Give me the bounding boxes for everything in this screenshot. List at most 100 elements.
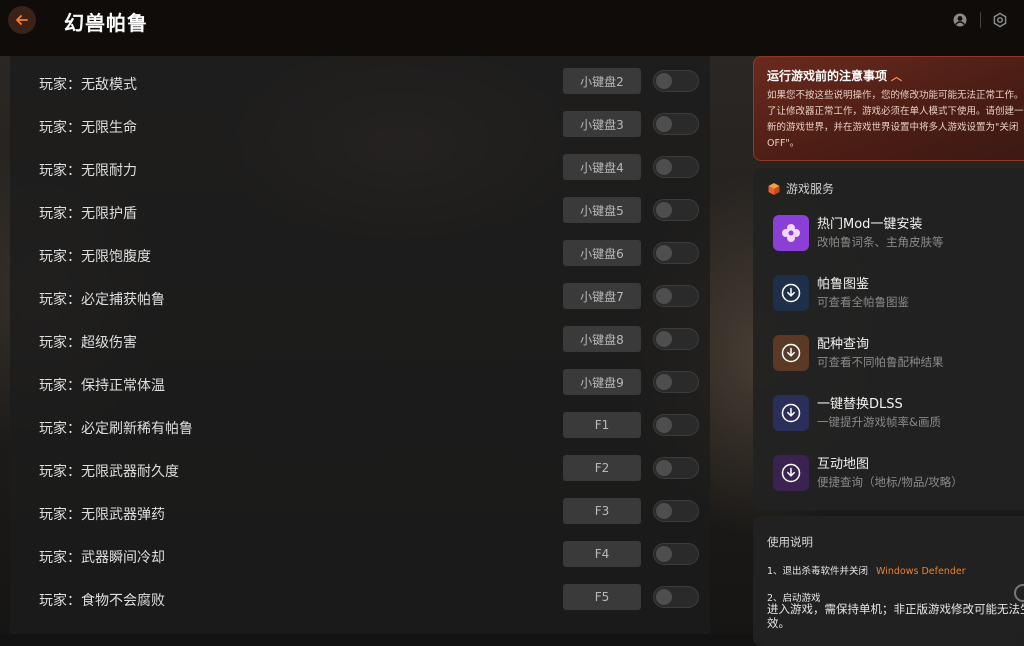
usage-title: 使用说明: [767, 535, 813, 549]
usage-step-1: 1、退出杀毒软件并关闭 Windows Defender: [767, 563, 966, 577]
usage-instructions-panel: 使用说明 1、退出杀毒软件并关闭 Windows Defender 2、启动游戏 …: [753, 516, 1024, 646]
service-title: 热门Mod一键安装: [817, 217, 923, 232]
cheat-row: 玩家：保持正常体温 小键盘9: [10, 364, 710, 407]
cheat-label: 玩家：必定捕获帕鲁: [39, 292, 165, 308]
service-subtitle: 一键提升游戏帧率&画质: [817, 415, 941, 429]
toggle-knob: [656, 245, 672, 261]
service-item-breeding[interactable]: 配种查询 可查看不同帕鲁配种结果: [773, 335, 1024, 375]
download-icon: [781, 403, 801, 423]
cheat-toggle[interactable]: [653, 500, 699, 522]
cheat-label: 玩家：无限武器耐久度: [39, 464, 179, 480]
service-icon: [773, 455, 809, 491]
windows-defender-link[interactable]: Windows Defender: [876, 566, 966, 577]
cheat-toggle[interactable]: [653, 457, 699, 479]
cheat-row: 玩家：武器瞬间冷却 F4: [10, 536, 710, 579]
cheat-row: 玩家：无限生命 小键盘3: [10, 106, 710, 149]
cheat-toggle[interactable]: [653, 113, 699, 135]
service-title: 配种查询: [817, 337, 870, 352]
cheat-row: 玩家：无限耐力 小键盘4: [10, 149, 710, 192]
cheat-label: 玩家：无限生命: [39, 120, 137, 136]
title-bar: 幻兽帕鲁: [0, 0, 1024, 56]
toggle-knob: [656, 202, 672, 218]
toggle-knob: [656, 417, 672, 433]
cheat-toggle[interactable]: [653, 199, 699, 221]
hotkey-button[interactable]: 小键盘7: [563, 283, 641, 309]
hotkey-button[interactable]: 小键盘9: [563, 369, 641, 395]
service-subtitle: 改帕鲁词条、主角皮肤等: [817, 235, 944, 249]
notice-title[interactable]: 运行游戏前的注意事项 ︿: [767, 67, 902, 84]
toggle-knob: [656, 374, 672, 390]
cheat-row: 玩家：无限武器弹药 F3: [10, 493, 710, 536]
cheat-row: 玩家：必定捕获帕鲁 小键盘7: [10, 278, 710, 321]
hotkey-button[interactable]: 小键盘6: [563, 240, 641, 266]
hotkey-button[interactable]: F1: [563, 412, 641, 438]
cheat-toggle[interactable]: [653, 371, 699, 393]
services-title: 游戏服务: [786, 182, 835, 196]
service-item-map[interactable]: 互动地图 便捷查询（地标/物品/攻略）: [773, 455, 1024, 495]
cheat-label: 玩家：武器瞬间冷却: [39, 550, 165, 566]
cheat-label: 玩家：无限护盾: [39, 206, 137, 222]
service-icon: [773, 275, 809, 311]
hotkey-button[interactable]: 小键盘4: [563, 154, 641, 180]
cheat-label: 玩家：无限武器弹药: [39, 507, 165, 523]
hotkey-button[interactable]: F3: [563, 498, 641, 524]
service-item-paldeck[interactable]: 帕鲁图鉴 可查看全帕鲁图鉴: [773, 275, 1024, 315]
toggle-knob: [656, 73, 672, 89]
service-icon: [773, 395, 809, 431]
cheat-row: 玩家：超级伤害 小键盘8: [10, 321, 710, 364]
service-item-mod[interactable]: 热门Mod一键安装 改帕鲁词条、主角皮肤等: [773, 215, 1024, 255]
user-button[interactable]: [950, 10, 970, 30]
toggle-knob: [656, 331, 672, 347]
cheat-toggle[interactable]: [653, 242, 699, 264]
hotkey-button[interactable]: 小键盘8: [563, 326, 641, 352]
cheat-row: 玩家：无敌模式 小键盘2: [10, 63, 710, 106]
download-icon: [781, 283, 801, 303]
cheat-row: 玩家：无限武器耐久度 F2: [10, 450, 710, 493]
toggle-knob: [656, 159, 672, 175]
settings-icon: [993, 12, 1007, 28]
back-button[interactable]: [8, 6, 36, 34]
settings-button[interactable]: [990, 10, 1010, 30]
titlebar-divider: [980, 12, 981, 28]
services-header: 游戏服务: [767, 180, 834, 197]
notice-title-text: 运行游戏前的注意事项: [767, 69, 888, 83]
service-subtitle: 便捷查询（地标/物品/攻略）: [817, 475, 963, 489]
download-icon: [781, 343, 801, 363]
cheat-label: 玩家：超级伤害: [39, 335, 137, 351]
service-icon: [773, 335, 809, 371]
cheat-toggle[interactable]: [653, 543, 699, 565]
mod-icon: [782, 224, 800, 242]
service-title: 帕鲁图鉴: [817, 277, 870, 292]
cheat-toggle[interactable]: [653, 156, 699, 178]
cube-icon: [768, 182, 780, 195]
hotkey-button[interactable]: 小键盘2: [563, 68, 641, 94]
service-item-dlss[interactable]: 一键替换DLSS 一键提升游戏帧率&画质: [773, 395, 1024, 435]
hotkey-button[interactable]: F4: [563, 541, 641, 567]
user-icon: [953, 13, 967, 27]
cheat-toggle[interactable]: [653, 70, 699, 92]
service-icon: [773, 215, 809, 251]
service-subtitle: 可查看不同帕鲁配种结果: [817, 355, 944, 369]
back-arrow-icon: [16, 15, 28, 25]
notice-card: 运行游戏前的注意事项 ︿ 如果您不按这些说明操作，您的修改功能可能无法正常工作。为…: [753, 56, 1024, 161]
app-title: 幻兽帕鲁: [64, 11, 148, 35]
toggle-knob: [656, 546, 672, 562]
hotkey-button[interactable]: 小键盘3: [563, 111, 641, 137]
toggle-knob: [656, 288, 672, 304]
cheat-label: 玩家：无敌模式: [39, 77, 137, 93]
cheat-label: 玩家：保持正常体温: [39, 378, 165, 394]
cheat-toggle[interactable]: [653, 414, 699, 436]
cheat-toggle[interactable]: [653, 586, 699, 608]
cheat-label: 玩家：无限耐力: [39, 163, 137, 179]
usage-step-1-text: 1、退出杀毒软件并关闭: [767, 566, 869, 577]
toggle-knob: [656, 460, 672, 476]
toggle-knob: [656, 503, 672, 519]
cheat-toggle[interactable]: [653, 285, 699, 307]
toggle-knob: [656, 116, 672, 132]
hotkey-button[interactable]: 小键盘5: [563, 197, 641, 223]
cheat-toggle[interactable]: [653, 328, 699, 350]
hotkey-button[interactable]: F5: [563, 584, 641, 610]
download-icon: [781, 463, 801, 483]
usage-step-2-text: 进入游戏，需保持单机；非正版游戏修改可能无法生效。: [767, 602, 1024, 630]
hotkey-button[interactable]: F2: [563, 455, 641, 481]
